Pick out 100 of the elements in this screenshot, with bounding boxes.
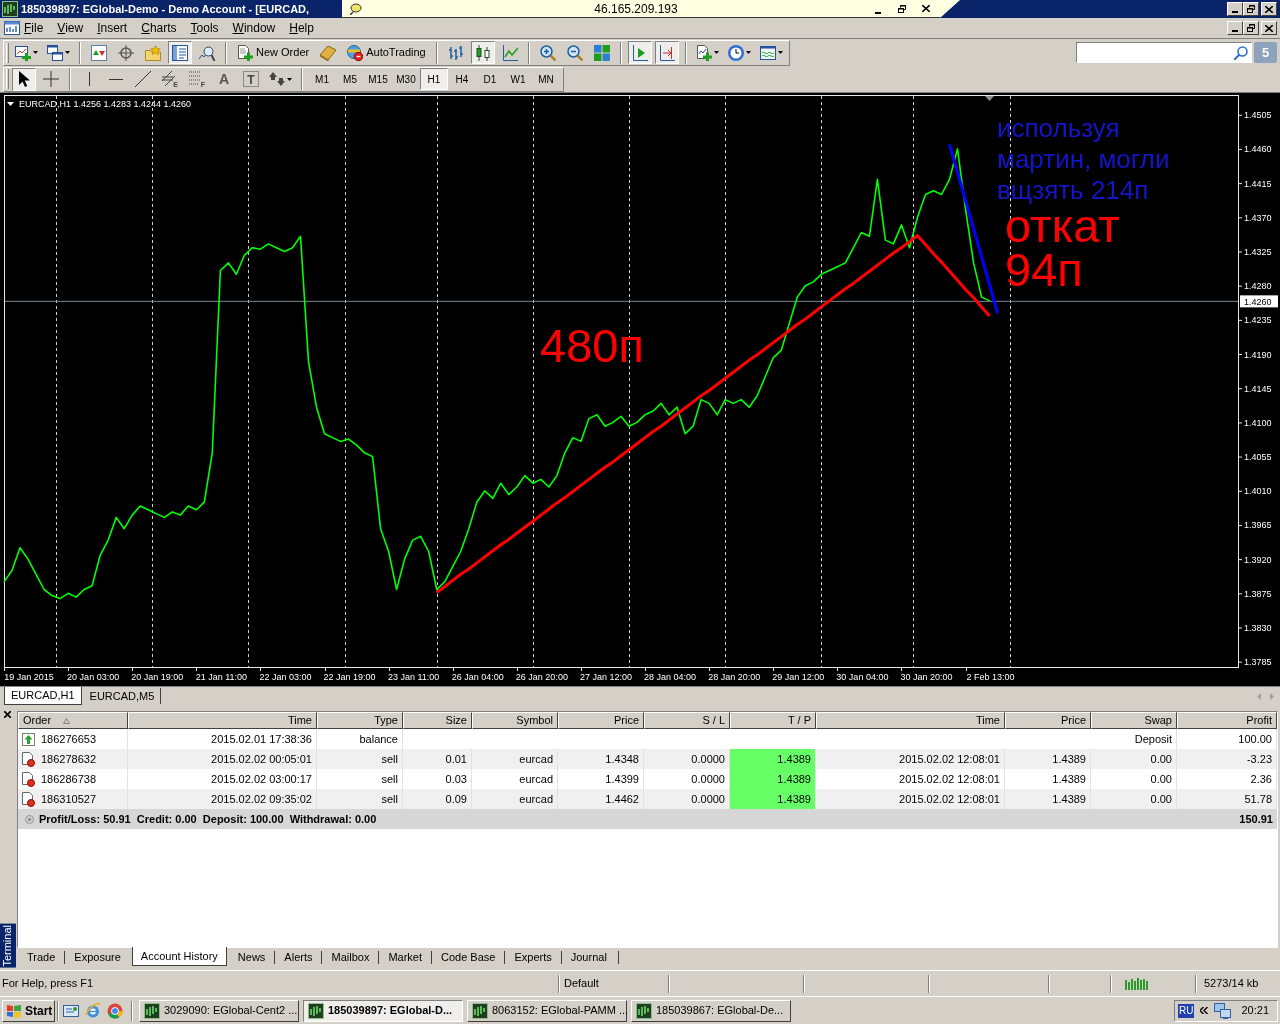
trend-line[interactable] [435, 234, 991, 594]
annotation-text[interactable]: 480п [540, 319, 644, 372]
timeframe-button[interactable]: M15 [364, 68, 392, 90]
new-order-button[interactable]: New Order [233, 41, 314, 64]
time-label: 29 Jan 12:00 [772, 672, 825, 682]
terminal-tab[interactable]: Exposure [66, 949, 129, 966]
menu-item[interactable]: File [17, 19, 51, 37]
price-label: 1.3920 [1244, 554, 1272, 565]
autoscroll-button[interactable] [627, 41, 652, 64]
up-arrow-icon [22, 732, 35, 746]
minimize-button[interactable] [1227, 21, 1243, 35]
chart-window-icon [4, 21, 20, 35]
terminal-tab[interactable]: Code Base [433, 949, 504, 966]
minimize-icon [875, 11, 881, 14]
menu-item[interactable]: Help [282, 19, 321, 37]
caret-icon [65, 51, 70, 54]
timeframe-button[interactable]: W1 [504, 68, 532, 90]
restore-button[interactable] [1243, 2, 1259, 16]
search-field[interactable] [1076, 42, 1252, 63]
timeframe-button[interactable]: MN [532, 68, 560, 90]
chart-tab[interactable]: EURCAD,M5 [83, 688, 162, 704]
terminal-tab[interactable]: Trade [19, 949, 64, 966]
cursor-button[interactable] [12, 67, 36, 91]
menu-item[interactable]: Window [225, 19, 283, 37]
order-number: 186278632 [41, 751, 97, 767]
menu-item[interactable]: View [50, 19, 91, 37]
column-header[interactable]: T / P [730, 712, 816, 729]
task-button[interactable]: 185039897: EGlobal-D... [303, 999, 463, 1022]
task-button[interactable]: 3029090: EGlobal-Cent2 ... [139, 999, 299, 1022]
windows-icon [47, 44, 63, 61]
terminal-tab[interactable]: Account History [131, 947, 227, 966]
column-header[interactable]: Time [128, 712, 317, 729]
price-label: 1.3785 [1244, 657, 1272, 668]
chart-shift-button[interactable] [654, 41, 679, 64]
book-icon [320, 44, 337, 61]
timeframe-button[interactable]: M1 [308, 68, 336, 90]
minimize-button[interactable] [1227, 2, 1243, 16]
column-header[interactable]: Swap [1091, 712, 1177, 729]
candles-button[interactable] [470, 41, 495, 64]
column-header[interactable]: S / L [644, 712, 730, 729]
summary-text: Profit/Loss: 50.91 Credit: 0.00 Deposit: 100.00 Withdrawal: 0.00 [39, 811, 377, 827]
time-label: 20 Jan 19:00 [131, 672, 184, 682]
diagonal-line-icon [135, 71, 151, 87]
text-button[interactable]: A [212, 67, 236, 91]
column-header[interactable]: Size [403, 712, 472, 729]
column-header[interactable]: Price [558, 712, 644, 729]
column-header[interactable]: Time [816, 712, 1005, 729]
restore-icon [1247, 24, 1255, 32]
autotrading-button[interactable]: AutoTrading [343, 41, 430, 64]
time-label: 26 Jan 04:00 [451, 672, 504, 682]
terminal-tab[interactable]: Market [380, 949, 430, 966]
chart-app-icon [472, 1002, 488, 1019]
terminal-tab[interactable]: Experts [506, 949, 560, 966]
chart-tab[interactable]: EURCAD,H1 [4, 687, 82, 705]
terminal-tab[interactable]: News [229, 949, 274, 966]
column-header[interactable]: Type [317, 712, 403, 729]
triangle-icon[interactable] [7, 102, 14, 106]
time-label: 22 Jan 03:00 [259, 672, 312, 682]
terminal-tab[interactable]: Mailbox [323, 949, 378, 966]
window-title: 185039897: EGlobal-Demo - Demo Account - [EURCAD, [21, 3, 310, 15]
current-price-label: 1.4260 [1240, 295, 1278, 308]
column-header[interactable]: Order [18, 712, 128, 729]
timeframe-button[interactable]: H4 [448, 68, 476, 90]
language-indicator[interactable]: RU [1178, 1003, 1195, 1018]
network-computers-icon[interactable] [1214, 1002, 1232, 1019]
table-row[interactable]: 186278632 2015.02.02 00:05:01 sell 0.01 eurcad 1.4348 0.0000 1.4389 2015.02.02 12:08:01 1.4389 0.00 -3.23 [18, 749, 1277, 769]
table-cell: 1.4389 [730, 749, 816, 769]
column-header[interactable]: Price [1005, 712, 1091, 729]
shift-marker-icon[interactable] [985, 96, 994, 101]
timeframe-button[interactable]: H1 [420, 68, 448, 90]
timeframe-button[interactable]: D1 [476, 68, 504, 90]
close-button[interactable] [3, 710, 12, 718]
trend-line[interactable] [948, 144, 1000, 314]
task-button[interactable]: 8063152: EGlobal-PAMM ... [467, 999, 627, 1022]
terminal-tab[interactable]: Alerts [276, 949, 321, 966]
task-button[interactable]: 185039867: EGlobal-De... [631, 999, 791, 1022]
menu-item[interactable]: Insert [90, 19, 135, 37]
profile-name: Default [563, 976, 600, 992]
terminal-tab[interactable]: Journal [562, 949, 615, 966]
chevrons-left-icon[interactable] [1200, 1007, 1209, 1014]
table-row[interactable]: 186310527 2015.02.02 09:35:02 sell 0.09 eurcad 1.4462 0.0000 1.4389 2015.02.02 12:08:01 1.4389 0.00 51.78 [18, 789, 1277, 809]
list-window-icon [172, 44, 188, 61]
timeframe-button[interactable]: M5 [336, 68, 364, 90]
start-button[interactable]: Start [2, 999, 55, 1022]
menu-item[interactable]: Tools [183, 19, 226, 37]
table-cell: 1.4389 [730, 769, 816, 789]
horizontal-line-icon [109, 78, 123, 80]
close-icon [4, 710, 11, 718]
restore-button[interactable] [1243, 21, 1259, 35]
axis-shift-icon [658, 44, 675, 61]
terminal-button[interactable] [168, 41, 192, 64]
cursor-icon [16, 71, 32, 87]
column-header[interactable]: Profit [1177, 712, 1277, 729]
chart-app-icon [308, 1002, 324, 1019]
column-header[interactable]: Symbol [472, 712, 558, 729]
time-label: 19 Jan 2015 [4, 672, 54, 682]
menu-item[interactable]: Charts [134, 19, 184, 37]
time-label: 30 Jan 20:00 [900, 672, 953, 682]
order-number: 186276653 [41, 731, 97, 747]
timeframe-button[interactable]: M30 [392, 68, 420, 90]
